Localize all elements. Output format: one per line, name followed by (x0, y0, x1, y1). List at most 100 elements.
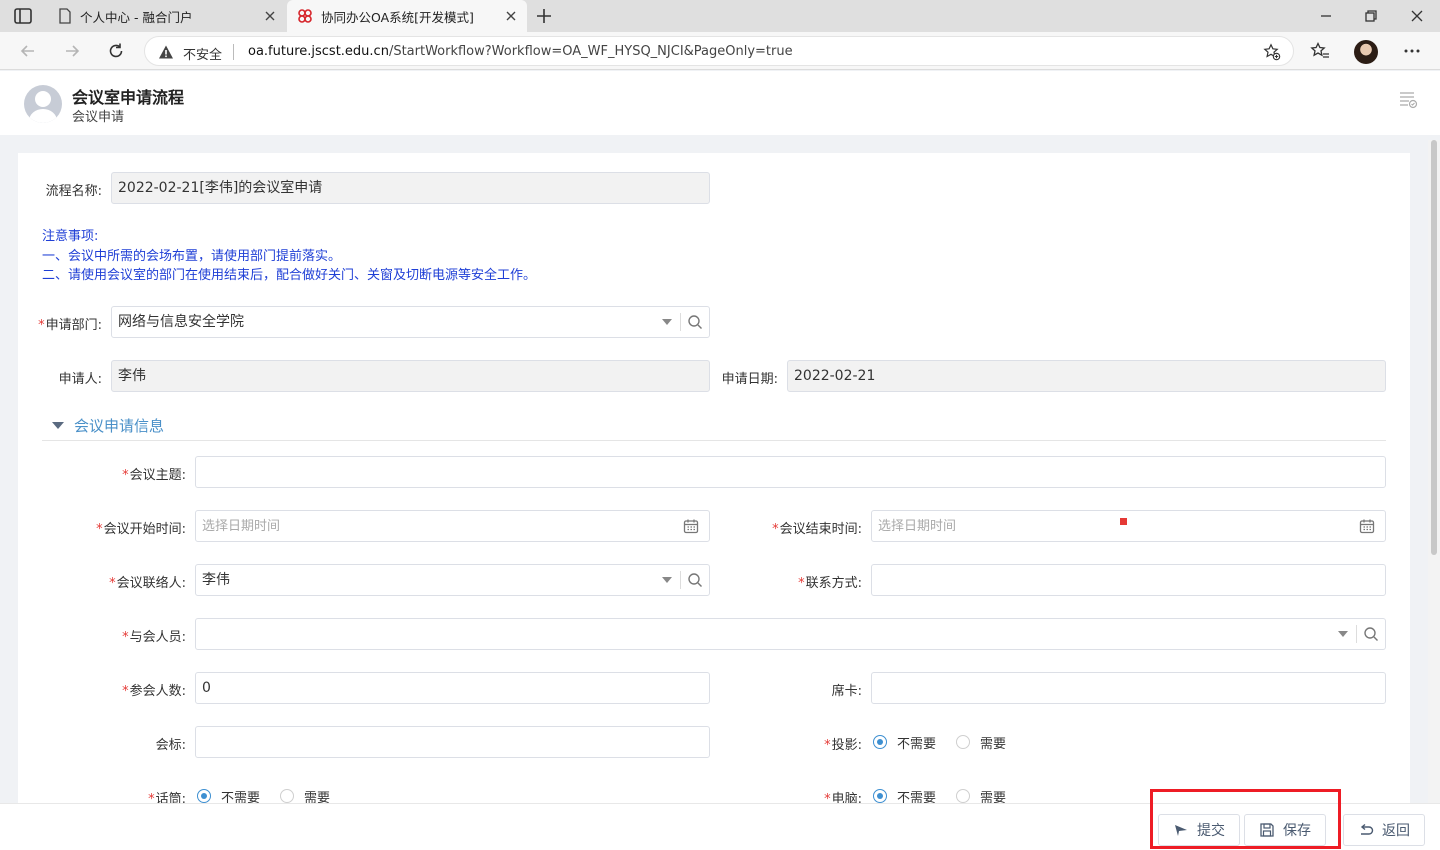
divider (1356, 625, 1357, 643)
phone-input[interactable] (871, 564, 1386, 596)
attendees-label-text: 与会人员: (129, 630, 186, 645)
notice-line-2: 二、请使用会议室的部门在使用结束后，配合做好关门、关窗及切断电源等安全工作。 (42, 268, 537, 283)
send-icon (1175, 825, 1187, 836)
restore-icon[interactable] (1362, 7, 1380, 25)
refresh-icon[interactable] (106, 41, 126, 61)
save-icon (1260, 823, 1274, 837)
computer-radio-no[interactable] (873, 789, 887, 803)
search-icon[interactable] (687, 572, 703, 588)
more-options-icon[interactable] (1402, 41, 1422, 61)
namecard-input[interactable] (871, 672, 1386, 704)
calendar-icon[interactable] (1359, 518, 1375, 534)
back-arrow-icon[interactable] (18, 41, 38, 61)
add-favorite-icon[interactable] (1263, 43, 1281, 61)
contact-value: 李伟 (202, 572, 230, 588)
page-scrollbar[interactable] (1428, 140, 1440, 805)
end-time-picker[interactable]: 选择日期时间 (871, 510, 1386, 542)
start-time-picker[interactable]: 选择日期时间 (195, 510, 710, 542)
browser-tab-oa[interactable]: 协同办公OA系统[开发模式] (287, 0, 527, 32)
start-time-suffix (683, 511, 709, 541)
page-icon (59, 8, 71, 24)
apply-date-label: 申请日期: (721, 372, 778, 387)
section-divider (42, 440, 1386, 441)
new-tab-icon[interactable] (534, 6, 554, 26)
action-footer: 提交 保存 返回 (0, 803, 1440, 850)
topic-label: *会议主题: (122, 468, 186, 483)
close-window-icon[interactable] (1408, 7, 1426, 25)
dept-label: *申请部门: (38, 318, 102, 333)
process-name-field: 2022-02-21[李伟]的会议室申请 (111, 172, 710, 204)
forward-arrow-icon[interactable] (62, 41, 82, 61)
attendees-select-suffix (1338, 619, 1385, 649)
browser-address-bar: 不安全 oa.future.jscst.edu.cn/StartWorkflow… (0, 32, 1440, 70)
projector-radio-yes[interactable] (956, 735, 971, 749)
profile-avatar[interactable] (1354, 40, 1378, 64)
phone-label: *联系方式: (798, 576, 862, 591)
mic-radio-yes[interactable] (280, 789, 295, 803)
scrollbar-thumb[interactable] (1431, 140, 1437, 555)
submit-label: 提交 (1197, 823, 1225, 839)
return-icon (1360, 823, 1374, 835)
warning-icon (159, 45, 173, 59)
search-icon[interactable] (687, 314, 703, 330)
contact-select[interactable]: 李伟 (195, 564, 710, 596)
user-avatar-icon (24, 85, 62, 123)
phone-label-text: 联系方式: (805, 576, 862, 591)
tab-actions-icon[interactable] (12, 6, 34, 26)
projector-option-no[interactable]: 不需要 (897, 733, 936, 752)
banner-input[interactable] (195, 726, 710, 758)
process-menu-icon[interactable] (1398, 89, 1418, 109)
start-time-label: *会议开始时间: (96, 522, 186, 537)
security-label[interactable]: 不安全 (183, 44, 222, 63)
projector-label: *投影: (824, 738, 862, 753)
notice-block: 注意事项: 一、会议中所需的会场布置，请使用部门提前落实。 二、请使用会议室的部… (42, 227, 536, 286)
dept-select[interactable]: 网络与信息安全学院 (111, 306, 710, 338)
topic-label-text: 会议主题: (129, 468, 186, 483)
end-time-label-text: 会议结束时间: (779, 522, 862, 537)
attendees-select[interactable] (195, 618, 1386, 650)
section-title: 会议申请信息 (74, 416, 165, 435)
close-icon[interactable] (503, 8, 519, 24)
red-marker (1120, 518, 1127, 525)
applicant-field: 李伟 (111, 360, 710, 392)
projector-radio-no[interactable] (873, 735, 887, 749)
minimize-icon[interactable] (1317, 7, 1335, 25)
submit-button[interactable]: 提交 (1158, 814, 1240, 846)
dept-label-text: 申请部门: (45, 318, 102, 333)
section-toggle[interactable]: 会议申请信息 (52, 414, 164, 436)
tab-title: 个人中心 - 融合门户 (80, 9, 193, 25)
browser-tab-bar: 个人中心 - 融合门户 协同办公OA系统[开发模式] (0, 0, 1440, 32)
url-text[interactable]: oa.future.jscst.edu.cn/StartWorkflow?Wor… (248, 44, 793, 59)
mic-radio-no[interactable] (197, 789, 211, 803)
tab-title: 协同办公OA系统[开发模式] (321, 9, 474, 25)
close-icon[interactable] (262, 8, 278, 24)
search-icon[interactable] (1363, 626, 1379, 642)
apply-date-value: 2022-02-21 (794, 368, 876, 384)
topic-input[interactable] (195, 456, 1386, 488)
end-time-placeholder: 选择日期时间 (878, 519, 957, 534)
browser-tab-portal[interactable]: 个人中心 - 融合门户 (48, 0, 286, 32)
calendar-icon[interactable] (683, 518, 699, 534)
back-button[interactable]: 返回 (1343, 814, 1425, 846)
contact-label-text: 会议联络人: (116, 576, 186, 591)
favorites-icon[interactable] (1310, 41, 1330, 61)
chevron-down-icon[interactable] (662, 319, 672, 325)
page-title: 会议室申请流程 (72, 88, 185, 107)
url-bar[interactable]: 不安全 oa.future.jscst.edu.cn/StartWorkflow… (144, 36, 1294, 66)
contact-select-suffix (662, 565, 709, 595)
count-input[interactable]: 0 (195, 672, 710, 704)
save-button[interactable]: 保存 (1244, 814, 1326, 846)
url-separator (233, 44, 234, 60)
projector-label-text: 投影: (831, 738, 862, 753)
chevron-down-icon[interactable] (1338, 631, 1348, 637)
contact-label: *会议联络人: (109, 576, 186, 591)
count-value: 0 (202, 680, 211, 696)
chevron-down-icon[interactable] (662, 577, 672, 583)
projector-option-yes[interactable]: 需要 (980, 733, 1006, 752)
oa-logo-icon (298, 9, 312, 23)
url-path: /StartWorkflow?Workflow=OA_WF_HYSQ_NJCI&… (388, 44, 793, 59)
projector-radio-group: 不需要 需要 (873, 732, 1026, 752)
divider (680, 313, 681, 331)
dept-value: 网络与信息安全学院 (118, 314, 244, 330)
computer-radio-yes[interactable] (956, 789, 971, 803)
